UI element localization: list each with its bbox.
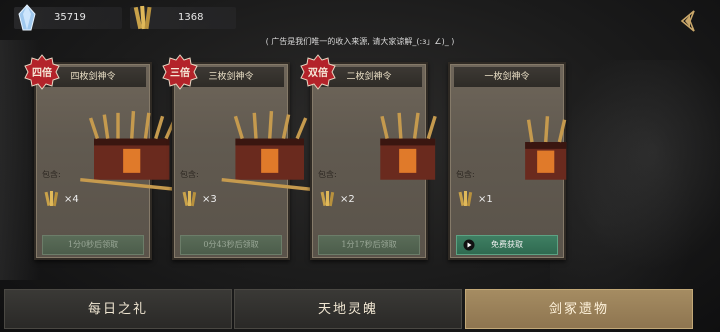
sword-token-icon: [182, 191, 197, 207]
multiplier-badge: 三倍: [162, 54, 198, 90]
claim-timer-button[interactable]: 1分0秒后领取: [42, 235, 144, 255]
crystal-icon: [18, 4, 36, 31]
ad-notice-text: ( 广告是我们唯一的收入来源, 请大家谅解_(:з」∠)_ ): [265, 37, 455, 46]
contains-label: 包含:: [318, 170, 337, 179]
sword-token-icon: [44, 191, 59, 207]
badge-label: 四倍: [32, 68, 52, 79]
sword-token-count: 1368: [178, 12, 204, 23]
crystal-count: 35719: [54, 12, 86, 23]
back-arrow-icon[interactable]: [676, 9, 700, 33]
reward-item: ×2: [318, 190, 355, 208]
tab-daily-gift[interactable]: 每日之礼: [4, 289, 232, 329]
badge-label: 三倍: [170, 68, 190, 79]
item-count: ×3: [202, 193, 217, 205]
free-claim-button[interactable]: 免费获取: [456, 235, 558, 255]
reward-card-three: 三枚剑神令 包含: ×3 0分43秒后领取 三倍: [162, 54, 318, 260]
play-video-icon: [463, 239, 475, 251]
sword-token-icon: [458, 191, 473, 207]
tab-sword-tomb-relic[interactable]: 剑冢遗物: [465, 289, 693, 329]
multiplier-badge: 四倍: [24, 54, 60, 90]
reward-card-one: 一枚剑神令 包含: ×1 免费获取: [448, 62, 567, 260]
contains-label: 包含:: [456, 170, 475, 179]
reward-card-four: 四枚剑神令 包含: ×4 1分0秒后领取 四倍: [24, 54, 184, 260]
badge-label: 双倍: [308, 68, 328, 79]
contains-label: 包含:: [42, 170, 61, 179]
sword-token-icon: [133, 5, 152, 30]
tab-heaven-earth-soul[interactable]: 天地灵魄: [234, 289, 462, 329]
free-claim-label: 免费获取: [491, 240, 523, 249]
item-count: ×2: [340, 193, 355, 205]
contains-label: 包含:: [180, 170, 199, 179]
claim-timer-button[interactable]: 1分17秒后领取: [318, 235, 420, 255]
sword-token-icon: [320, 191, 335, 207]
item-count: ×4: [64, 193, 79, 205]
crystal-currency: 35719: [14, 4, 122, 31]
card-title: 一枚剑神令: [454, 67, 560, 87]
reward-item: ×4: [42, 190, 79, 208]
sword-token-currency: 1368: [130, 5, 236, 30]
reward-item: ×3: [180, 190, 217, 208]
reward-card-two: 二枚剑神令 包含: ×2 1分17秒后领取 双倍: [300, 54, 437, 260]
reward-item: ×1: [456, 190, 493, 208]
item-count: ×1: [478, 193, 493, 205]
multiplier-badge: 双倍: [300, 54, 336, 90]
claim-timer-button[interactable]: 0分43秒后领取: [180, 235, 282, 255]
